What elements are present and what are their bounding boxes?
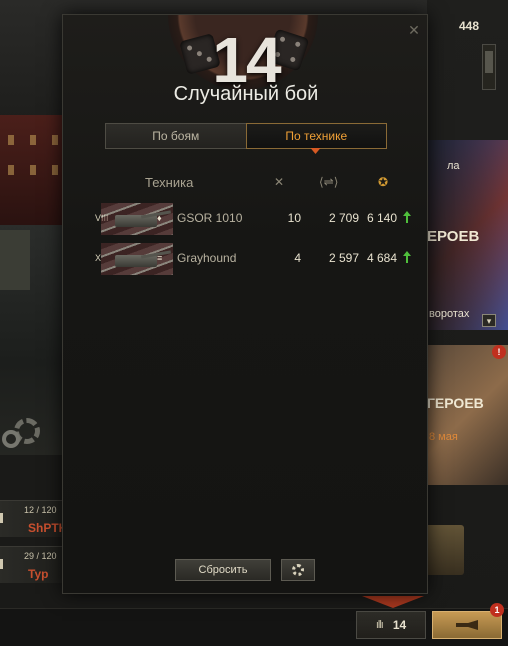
avg-damage-value: 2 597 — [328, 251, 359, 265]
garage-building — [0, 115, 70, 225]
banner-1-text: ла — [447, 160, 460, 172]
vehicle-name: Typ — [28, 567, 49, 581]
banner-1-title: ЕРОЕВ — [427, 228, 480, 245]
battles-value: 10 — [287, 211, 301, 225]
tab-by-battles[interactable]: По боям — [105, 123, 246, 149]
avg-xp-value: 4 684 — [366, 251, 397, 265]
notification-badge: ! — [492, 345, 506, 359]
tab-by-vehicles[interactable]: По технике — [245, 123, 387, 154]
carousel-vehicle[interactable]: 29 / 120 Typ — [0, 546, 64, 583]
carousel-vehicle[interactable]: 12 / 120 ShPTK — [0, 500, 67, 537]
trend-up-icon — [403, 251, 411, 263]
top-counter: 448 — [459, 19, 480, 33]
battles-value: 4 — [294, 251, 301, 265]
vehicle-name: Grayhound — [177, 251, 237, 265]
vehicle-count: 29 / 120 — [24, 551, 57, 561]
active-tab-pointer — [310, 148, 321, 154]
tab-by-vehicles-label: По технике — [285, 129, 348, 143]
avg-damage-icon: ⟨⇌⟩ — [319, 175, 339, 189]
banner-2-title: ГЕРОЕВ — [427, 395, 484, 411]
megaphone-icon — [456, 620, 478, 630]
session-stats-dialog: ✕ 14 Случайный бой По боям По технике Те… — [62, 14, 428, 594]
battle-results-button[interactable]: ıllı 14 — [356, 611, 426, 639]
event-banner-2[interactable]: ГЕРОЕВ 8 мая — [427, 345, 508, 485]
expand-chevron-icon[interactable]: ▾ — [482, 314, 496, 327]
vehicle-name: GSOR 1010 — [177, 211, 243, 225]
banner-1-caption: воротах — [429, 308, 470, 320]
avg-damage-value: 2 709 — [328, 211, 359, 225]
wheel-decoration-icon — [2, 430, 20, 448]
panel-scrollbar[interactable] — [482, 44, 496, 90]
battle-type-title: Случайный бой — [173, 83, 319, 105]
vehicle-class-icon: ♦ — [157, 213, 162, 223]
notification-count-badge: 1 — [490, 603, 504, 617]
table-row: X ≡ Grayhound 4 2 597 4 684 — [93, 243, 413, 275]
vehicle-column-header: Техника — [145, 175, 194, 190]
gear-icon — [292, 564, 304, 576]
vehicle-class-icon: ≡ — [157, 253, 163, 263]
tab-bar: По боям По технике — [105, 123, 387, 154]
reset-button[interactable]: Сбросить — [175, 559, 271, 581]
avg-xp-icon: ✪ — [377, 175, 389, 189]
bar-chart-icon: ıllı — [375, 619, 384, 631]
vehicle-count: 12 / 120 — [24, 505, 57, 515]
banner-2-date: 8 мая — [429, 431, 458, 443]
battles-count: 14 — [392, 618, 407, 632]
scrollbar-thumb[interactable] — [485, 51, 493, 73]
battles-icon: ✕ — [273, 175, 285, 189]
table-row: VIII ♦ GSOR 1010 10 2 709 6 140 — [93, 203, 413, 235]
avg-xp-value: 6 140 — [366, 211, 397, 225]
garage-tank — [0, 230, 30, 290]
trend-up-icon — [403, 211, 411, 223]
event-banner-1[interactable]: ла ЕРОЕВ воротах — [427, 140, 508, 330]
crate-decoration — [424, 525, 464, 575]
settings-button[interactable] — [281, 559, 315, 581]
